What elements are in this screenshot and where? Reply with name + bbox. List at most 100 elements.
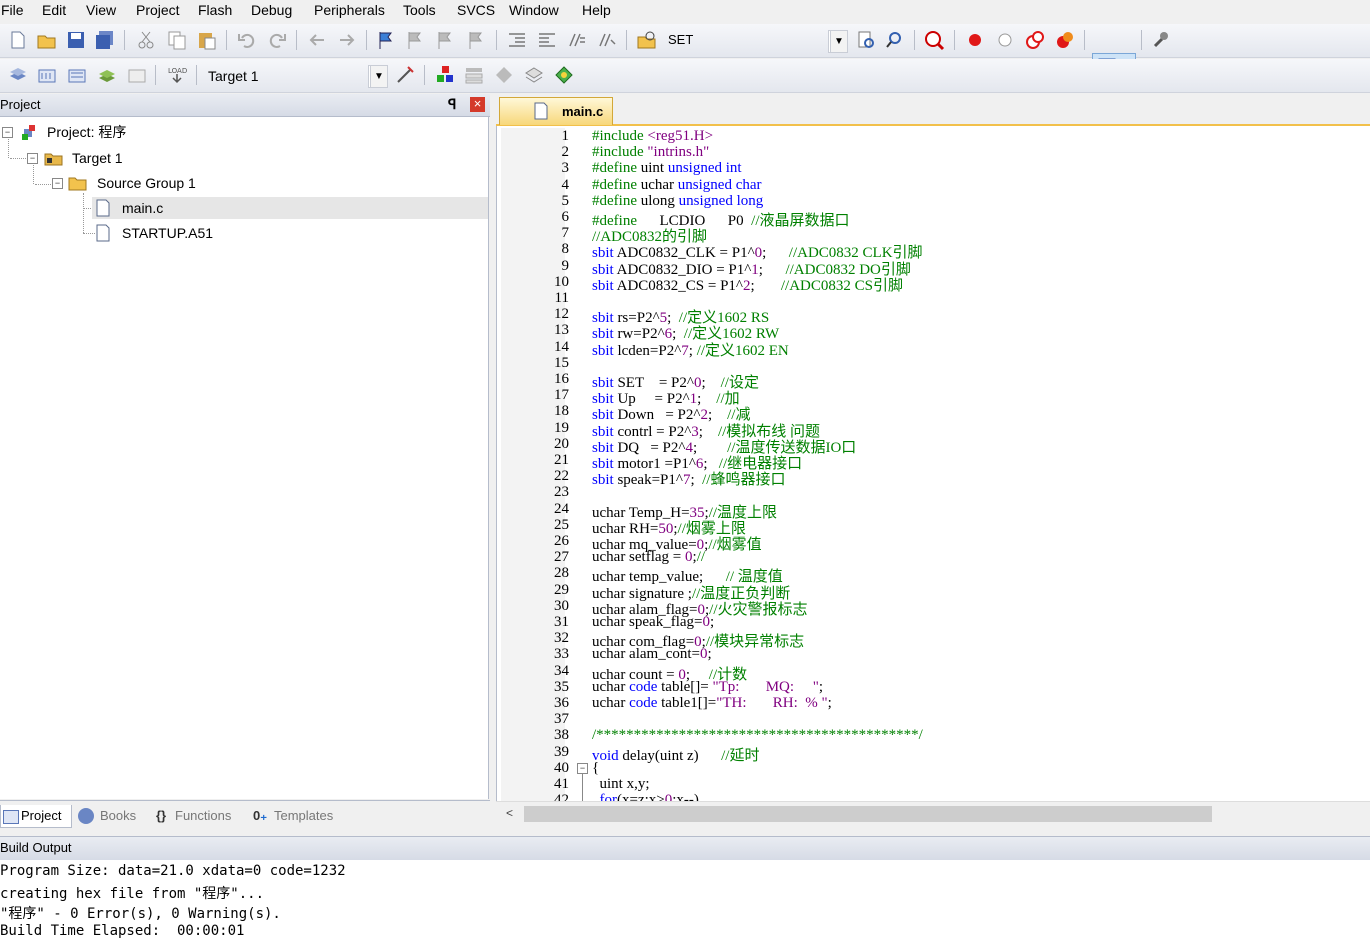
close-icon[interactable]: × [470, 97, 485, 112]
chevron-down-icon: ▼ [370, 66, 387, 87]
menu-peripherals[interactable]: Peripherals [314, 2, 385, 18]
stop-build-icon[interactable] [126, 64, 148, 86]
select-packs-icon[interactable] [493, 64, 515, 86]
file-icon [96, 224, 110, 242]
unindent-icon[interactable] [536, 29, 558, 51]
tab-books[interactable]: Books [76, 805, 146, 827]
breakpoint-icon[interactable] [964, 29, 986, 51]
clear-bookmarks-icon[interactable] [465, 29, 487, 51]
tab-functions[interactable]: {} Functions [154, 805, 244, 827]
line-number: 37 [554, 711, 569, 728]
disable-all-breakpoints-icon[interactable] [1024, 29, 1046, 51]
menu-flash[interactable]: Flash [198, 2, 232, 18]
build-output-panel: Program Size: data=21.0 xdata=0 code=123… [0, 860, 1370, 943]
line-number: 31 [554, 614, 569, 630]
code-line: #define uchar unsigned char [592, 176, 762, 193]
line-number: 9 [561, 257, 570, 274]
code-editor[interactable]: 1 2 3 4 5 6 7 8 9 10 11 12 13 14 15 16 17 18 19 20 21 22 23 24 2… [496, 126, 1370, 801]
find-icon[interactable] [855, 29, 877, 51]
collapse-icon[interactable]: − [2, 127, 13, 138]
pin-icon[interactable]: ꟼ [448, 96, 456, 113]
run-time-environment-icon[interactable] [553, 64, 575, 86]
code-line: uchar code table1[]="TH: RH: % "; [592, 695, 832, 711]
tab-project[interactable]: Project [0, 805, 72, 828]
tab-templates[interactable]: 0₊ Templates [252, 805, 348, 827]
cut-icon[interactable] [135, 29, 157, 51]
collapse-icon[interactable]: − [27, 153, 38, 164]
prev-bookmark-icon[interactable] [404, 29, 426, 51]
uncomment-icon[interactable] [596, 29, 618, 51]
new-file-icon[interactable] [7, 29, 29, 51]
tab-label: Templates [274, 808, 334, 823]
back-arrow-icon[interactable] [306, 29, 328, 51]
translate-icon[interactable] [7, 64, 29, 86]
main-toolbar: SET ▼ ▼ [0, 24, 1370, 79]
configure-wrench-icon[interactable] [1150, 29, 1172, 51]
undo-icon[interactable] [236, 29, 258, 51]
indent-icon[interactable] [506, 29, 528, 51]
menu-debug[interactable]: Debug [251, 2, 292, 18]
kill-all-breakpoints-icon[interactable] [1054, 29, 1076, 51]
line-number: 15 [554, 354, 569, 371]
target-select-value[interactable]: Target 1 [208, 68, 259, 84]
menu-window[interactable]: Window [509, 2, 559, 18]
build-line: creating hex file from "程序"... [0, 886, 265, 902]
line-number: 10 [554, 273, 569, 290]
bookmark-icon[interactable] [375, 29, 397, 51]
batch-build-icon[interactable] [96, 64, 118, 86]
scroll-left-icon[interactable]: < [506, 806, 513, 820]
build-line: Build Time Elapsed: 00:00:01 [0, 923, 245, 939]
menu-edit[interactable]: Edit [42, 2, 66, 18]
line-number: 41 [554, 776, 569, 792]
tree-item-source-group[interactable]: − Source Group 1 [0, 172, 488, 194]
pack-installer-icon[interactable] [523, 64, 545, 86]
menu-tools[interactable]: Tools [403, 2, 436, 18]
next-bookmark-icon[interactable] [434, 29, 456, 51]
manage-project-items-icon[interactable] [434, 64, 456, 86]
menu-view[interactable]: View [86, 2, 116, 18]
collapse-icon[interactable]: − [52, 178, 63, 189]
tree-item-file[interactable]: main.c [92, 197, 488, 219]
rebuild-icon[interactable] [66, 64, 88, 86]
debug-session-icon[interactable] [923, 29, 945, 51]
save-all-icon[interactable] [94, 29, 116, 51]
menu-svcs[interactable]: SVCS [457, 2, 495, 18]
menu-help[interactable]: Help [582, 2, 611, 18]
menu-project[interactable]: Project [136, 2, 180, 18]
build-icon[interactable] [36, 64, 58, 86]
find-value[interactable]: SET [668, 32, 693, 47]
editor-tab-main-c[interactable]: main.c [499, 97, 613, 125]
file-icon [96, 199, 110, 217]
tree-item-project[interactable]: − Project: 程序 [0, 121, 488, 143]
code-line: #include <reg51.H> [592, 128, 714, 144]
horizontal-scrollbar[interactable]: < [496, 801, 1370, 826]
line-number: 12 [554, 306, 569, 323]
code-line: uchar alam_cont=0; [592, 646, 712, 663]
comment-icon[interactable] [566, 29, 588, 51]
line-number: 3 [561, 160, 570, 177]
incremental-find-icon[interactable] [884, 29, 906, 51]
save-icon[interactable] [65, 29, 87, 51]
code-line: sbit ADC0832_CS = P1^2; //ADC0832 CS引脚 [592, 277, 903, 294]
disable-breakpoint-icon[interactable] [994, 29, 1016, 51]
file-extensions-icon[interactable] [463, 64, 485, 86]
tree-item-file[interactable]: STARTUP.A51 [92, 222, 488, 244]
code-line: /***************************************… [592, 727, 923, 744]
menu-file[interactable]: File [1, 2, 24, 18]
target-dropdown[interactable]: ▼ [368, 65, 388, 88]
project-panel-header: Project ꟼ × [0, 94, 490, 117]
open-folder-icon[interactable] [36, 29, 58, 51]
build-output-title: Build Output [0, 840, 72, 855]
project-panel-tabs: Project Books {} Functions 0₊ Templates [0, 800, 490, 829]
find-in-files-icon[interactable] [636, 29, 658, 51]
forward-arrow-icon[interactable] [336, 29, 358, 51]
copy-icon[interactable] [166, 29, 188, 51]
scrollbar-thumb[interactable] [524, 806, 1212, 822]
redo-icon[interactable] [266, 29, 288, 51]
tree-item-target[interactable]: − Target 1 [0, 147, 488, 169]
download-icon[interactable]: LOAD [166, 64, 188, 86]
target-options-icon[interactable] [394, 64, 416, 86]
paste-icon[interactable] [196, 29, 218, 51]
fold-collapse-icon[interactable]: − [577, 763, 588, 774]
find-dropdown[interactable]: ▼ [828, 30, 848, 53]
